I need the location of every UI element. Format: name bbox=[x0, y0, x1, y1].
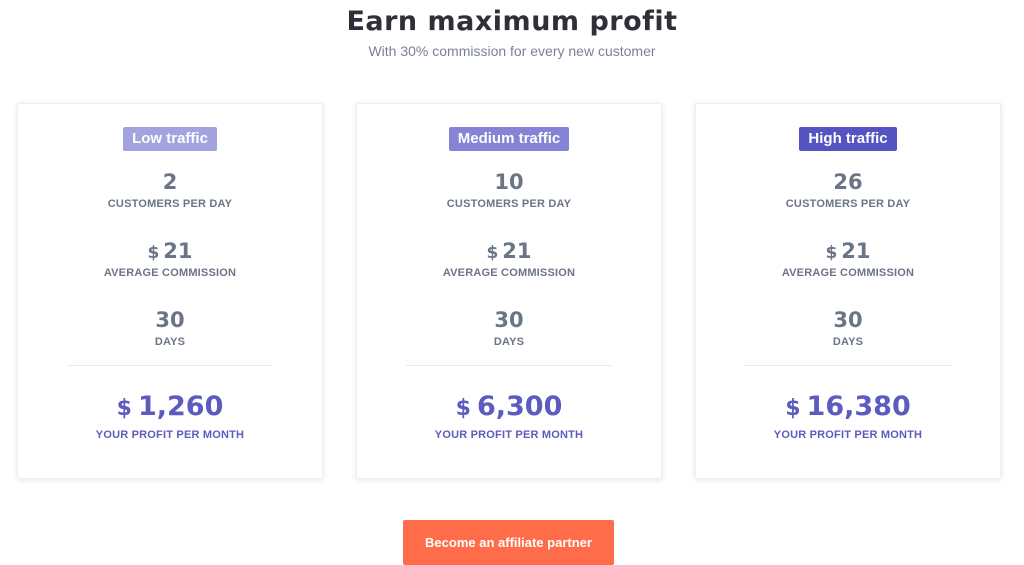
currency-symbol: $ bbox=[455, 396, 471, 421]
profit-stat: $16,380 YOUR PROFIT PER MONTH bbox=[696, 391, 1000, 441]
profit-stat: $1,260 YOUR PROFIT PER MONTH bbox=[18, 391, 322, 441]
traffic-badge: Low traffic bbox=[123, 127, 217, 151]
profit-value: $1,260 bbox=[18, 391, 322, 423]
become-affiliate-button[interactable]: Become an affiliate partner bbox=[403, 520, 614, 565]
commission-amount: 21 bbox=[163, 239, 193, 263]
customers-stat: 2 CUSTOMERS PER DAY bbox=[18, 168, 322, 210]
divider bbox=[745, 365, 951, 366]
commission-value: $21 bbox=[357, 237, 661, 265]
customers-stat: 26 CUSTOMERS PER DAY bbox=[696, 168, 1000, 210]
commission-value: $21 bbox=[696, 237, 1000, 265]
customers-label: CUSTOMERS PER DAY bbox=[785, 198, 911, 210]
plan-card-low: Low traffic 2 CUSTOMERS PER DAY $21 AVER… bbox=[17, 103, 323, 479]
plan-card-medium: Medium traffic 10 CUSTOMERS PER DAY $21 … bbox=[356, 103, 662, 479]
traffic-badge: Medium traffic bbox=[448, 127, 570, 151]
days-value: 30 bbox=[155, 308, 185, 332]
page-subtitle: With 30% commission for every new custom… bbox=[368, 43, 656, 59]
commission-label: AVERAGE COMMISSION bbox=[781, 267, 915, 279]
commission-value: $21 bbox=[18, 237, 322, 265]
profit-stat: $6,300 YOUR PROFIT PER MONTH bbox=[357, 391, 661, 441]
customers-value: 26 bbox=[833, 170, 863, 194]
customers-label: CUSTOMERS PER DAY bbox=[107, 198, 233, 210]
plan-card-high: High traffic 26 CUSTOMERS PER DAY $21 AV… bbox=[695, 103, 1001, 479]
page-title: Earn maximum profit bbox=[346, 6, 678, 37]
days-label: DAYS bbox=[154, 336, 186, 348]
commission-amount: 21 bbox=[502, 239, 532, 263]
days-stat: 30 DAYS bbox=[696, 306, 1000, 348]
days-label: DAYS bbox=[493, 336, 525, 348]
currency-symbol: $ bbox=[147, 243, 160, 263]
commission-stat: $21 AVERAGE COMMISSION bbox=[357, 237, 661, 279]
commission-stat: $21 AVERAGE COMMISSION bbox=[18, 237, 322, 279]
profit-label: YOUR PROFIT PER MONTH bbox=[773, 429, 923, 441]
customers-value: 10 bbox=[494, 170, 524, 194]
days-label: DAYS bbox=[832, 336, 864, 348]
profit-label: YOUR PROFIT PER MONTH bbox=[434, 429, 584, 441]
profit-amount: 6,300 bbox=[476, 391, 563, 422]
currency-symbol: $ bbox=[825, 243, 838, 263]
profit-amount: 16,380 bbox=[806, 391, 911, 422]
profit-amount: 1,260 bbox=[137, 391, 224, 422]
commission-stat: $21 AVERAGE COMMISSION bbox=[696, 237, 1000, 279]
days-value: 30 bbox=[494, 308, 524, 332]
days-value: 30 bbox=[833, 308, 863, 332]
commission-amount: 21 bbox=[841, 239, 871, 263]
customers-stat: 10 CUSTOMERS PER DAY bbox=[357, 168, 661, 210]
customers-value: 2 bbox=[162, 170, 178, 194]
days-stat: 30 DAYS bbox=[18, 306, 322, 348]
currency-symbol: $ bbox=[486, 243, 499, 263]
profit-value: $16,380 bbox=[696, 391, 1000, 423]
currency-symbol: $ bbox=[116, 396, 132, 421]
commission-label: AVERAGE COMMISSION bbox=[442, 267, 576, 279]
divider bbox=[67, 365, 273, 366]
commission-label: AVERAGE COMMISSION bbox=[103, 267, 237, 279]
days-stat: 30 DAYS bbox=[357, 306, 661, 348]
currency-symbol: $ bbox=[785, 396, 801, 421]
divider bbox=[406, 365, 612, 366]
profit-label: YOUR PROFIT PER MONTH bbox=[95, 429, 245, 441]
traffic-badge: High traffic bbox=[799, 127, 897, 151]
customers-label: CUSTOMERS PER DAY bbox=[446, 198, 572, 210]
profit-value: $6,300 bbox=[357, 391, 661, 423]
